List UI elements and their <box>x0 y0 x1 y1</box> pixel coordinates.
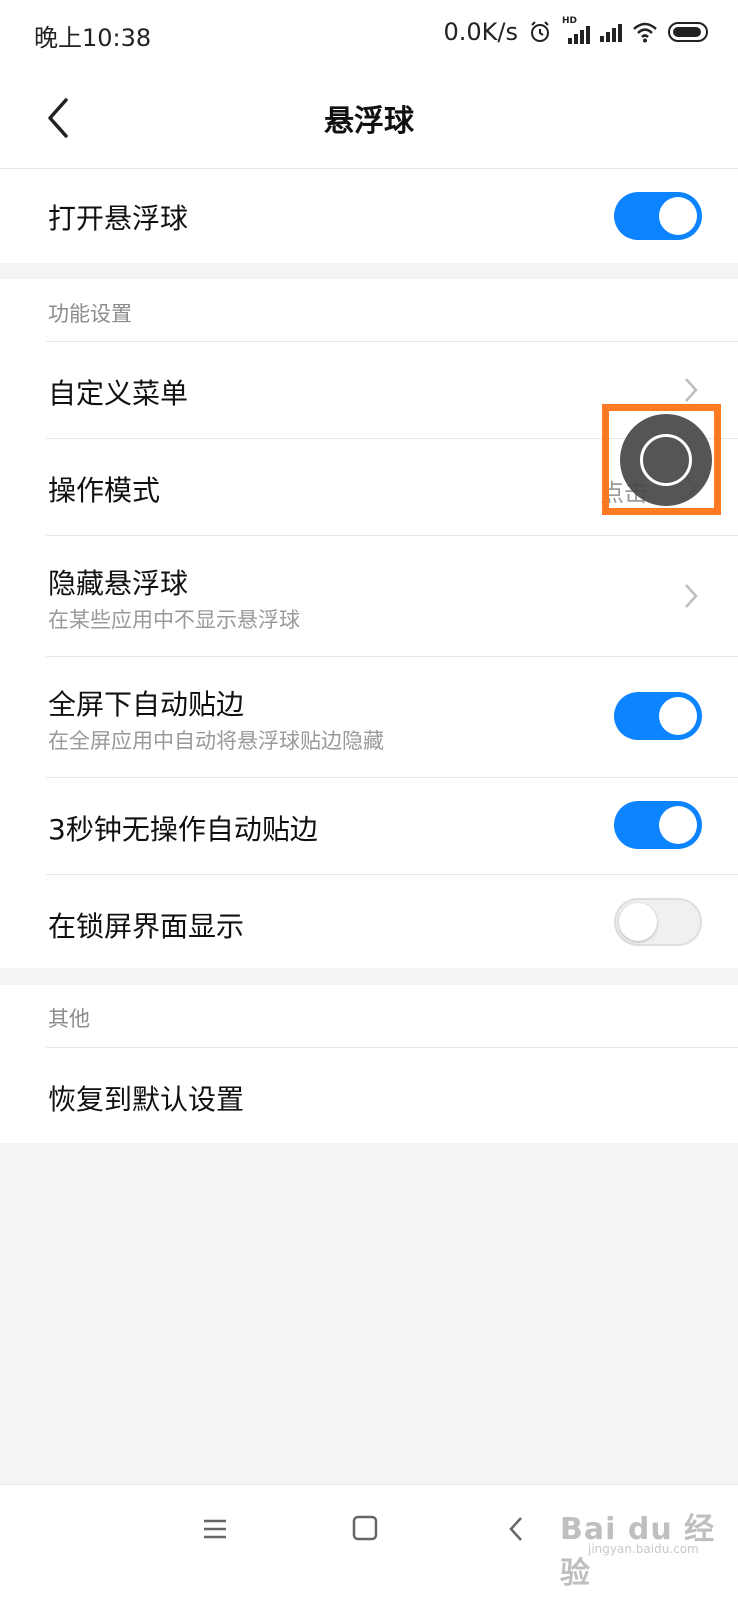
chevron-right-icon <box>685 584 698 608</box>
custom-menu-label: 自定义菜单 <box>48 377 189 410</box>
battery-icon <box>668 22 708 42</box>
status-bar: 晚上10:38 0.0K/s HD <box>0 0 738 72</box>
open-floating-ball-row[interactable]: 打开悬浮球 <box>0 169 738 263</box>
operation-mode-label: 操作模式 <box>48 474 161 507</box>
wifi-icon <box>633 22 657 43</box>
alarm-icon <box>531 21 549 42</box>
hide-floating-ball-row[interactable]: 隐藏悬浮球 在某些应用中不显示悬浮球 <box>0 536 738 656</box>
auto-edge-fullscreen-row: 全屏下自动贴边 在全屏应用中自动将悬浮球贴边隐藏 <box>0 657 738 777</box>
chevron-right-icon <box>685 378 698 402</box>
toggle-knob <box>619 903 657 941</box>
restore-defaults-row[interactable]: 恢复到默认设置 <box>0 1048 738 1143</box>
toggle-knob <box>659 806 697 844</box>
function-settings-section: 功能设置 自定义菜单 操作模式 点击 隐藏悬浮球 在某些应用中不显示悬浮球 全屏… <box>0 279 738 968</box>
toggle-knob <box>659 197 697 235</box>
net-speed: 0.0K/s <box>443 18 519 46</box>
restore-defaults-label: 恢复到默认设置 <box>48 1083 245 1116</box>
hide-floating-ball-sub: 在某些应用中不显示悬浮球 <box>48 608 300 632</box>
status-time: 晚上10:38 <box>34 24 152 52</box>
other-section: 其他 恢复到默认设置 <box>0 985 738 1143</box>
hide-floating-ball-label: 隐藏悬浮球 <box>48 567 189 600</box>
auto-edge-3s-row: 3秒钟无操作自动贴边 <box>0 778 738 874</box>
section-heading-other: 其他 <box>48 1007 90 1031</box>
page-title: 悬浮球 <box>324 104 414 139</box>
home-icon[interactable] <box>352 1515 378 1541</box>
auto-edge-fullscreen-label: 全屏下自动贴边 <box>48 688 245 721</box>
open-floating-ball-toggle[interactable] <box>614 192 702 240</box>
lockscreen-label: 在锁屏界面显示 <box>48 910 245 943</box>
toggle-knob <box>659 697 697 735</box>
main-toggle-section: 打开悬浮球 <box>0 169 738 263</box>
lockscreen-toggle[interactable] <box>614 898 702 946</box>
auto-edge-fullscreen-sub: 在全屏应用中自动将悬浮球贴边隐藏 <box>48 729 384 753</box>
top-app-bar: 悬浮球 <box>0 72 738 169</box>
status-icons: 0.0K/s HD <box>443 16 708 46</box>
baidu-watermark-url: jingyan.baidu.com <box>588 1542 699 1556</box>
lockscreen-row: 在锁屏界面显示 <box>0 875 738 968</box>
open-floating-ball-label: 打开悬浮球 <box>48 202 189 235</box>
highlight-box <box>602 404 721 515</box>
hd-signal-icon: HD <box>562 16 590 44</box>
auto-edge-3s-toggle[interactable] <box>614 801 702 849</box>
menu-icon[interactable] <box>202 1517 228 1541</box>
auto-edge-3s-label: 3秒钟无操作自动贴边 <box>48 813 318 846</box>
back-icon[interactable] <box>506 1515 526 1543</box>
signal-icon <box>600 22 622 42</box>
auto-edge-fullscreen-toggle[interactable] <box>614 692 702 740</box>
section-heading-function: 功能设置 <box>48 302 132 326</box>
